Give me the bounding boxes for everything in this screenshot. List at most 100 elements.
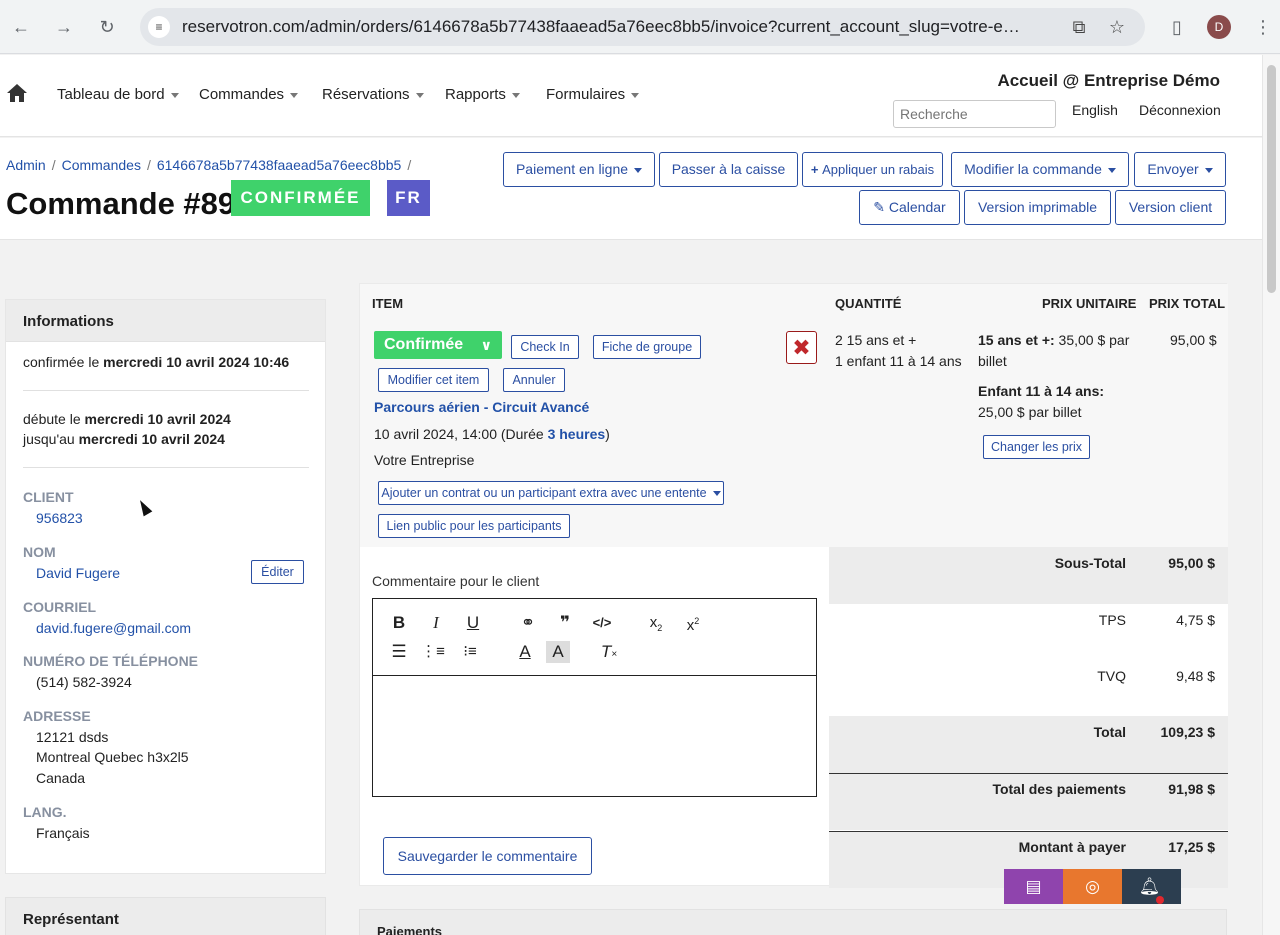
translate-icon[interactable]: ⧉ [1068, 16, 1090, 38]
edit-client-button[interactable]: Éditer [251, 560, 304, 584]
nav-forms[interactable]: Formulaires [546, 86, 640, 103]
email-link[interactable]: david.fugere@gmail.com [36, 620, 191, 636]
online-payment-button[interactable]: Paiement en ligne [503, 152, 655, 187]
representative-panel-heading: Représentant [5, 897, 326, 935]
italic-icon[interactable]: I [424, 612, 448, 634]
add-contract-button[interactable]: Ajouter un contrat ou un participant ext… [378, 481, 724, 505]
delete-item-icon[interactable]: ✖ [786, 331, 817, 364]
url-text[interactable]: reservotron.com/admin/orders/6146678a5b7… [182, 17, 1062, 37]
change-prices-button[interactable]: Changer les prix [983, 435, 1090, 459]
order-items-card: ITEM QUANTITÉ PRIX UNITAIRE PRIX TOTAL C… [359, 283, 1228, 888]
unit-price-child: 25,00 $ par billet [978, 404, 1082, 420]
breadcrumb-order-id[interactable]: 6146678a5b77438faaead5a76eec8bb5 [157, 157, 401, 173]
help-lifebuoy-icon[interactable]: ◎ [1063, 869, 1122, 904]
check-in-button[interactable]: Check In [511, 335, 579, 359]
link-icon[interactable]: ⚭ [516, 612, 540, 634]
blockquote-icon[interactable]: ❞ [553, 612, 577, 634]
scrollbar-thumb[interactable] [1267, 65, 1276, 293]
tvq-label: TVQ [1097, 668, 1126, 684]
bold-icon[interactable]: B [387, 612, 411, 634]
forward-arrow-icon[interactable]: → [51, 14, 77, 40]
start-date: débute le mercredi 10 avril 2024 [23, 411, 231, 427]
browser-toolbar: ← → ↻ ≡ reservotron.com/admin/orders/614… [0, 0, 1280, 54]
back-arrow-icon[interactable]: ← [8, 14, 34, 40]
nav-reports[interactable]: Rapports [445, 86, 520, 103]
printable-version-button[interactable]: Version imprimable [964, 190, 1111, 225]
lang-value: Français [36, 825, 90, 841]
editor-toolbar: B I U ⚭ ❞ </> x2 x2 ☰ ⋮≡ ⁝≡ A A T× [373, 599, 816, 676]
language-badge: FR [387, 180, 430, 216]
quantity-line: 2 15 ans et + [835, 332, 917, 348]
notification-bell-icon[interactable]: 🔔︎ [1122, 869, 1181, 904]
public-participants-link-button[interactable]: Lien public pour les participants [378, 514, 570, 538]
app-header: Tableau de bord Commandes Réservations R… [0, 55, 1262, 137]
modify-order-button[interactable]: Modifier la commande [951, 152, 1129, 187]
item-status-dropdown[interactable]: Confirmée ∨ [374, 331, 502, 359]
unit-price-adult-unit: billet [978, 353, 1007, 369]
account-brand: Accueil @ Entreprise Démo [997, 71, 1220, 90]
col-header-total-price: PRIX TOTAL [1149, 296, 1226, 311]
document-icon[interactable]: ▤ [1004, 869, 1063, 904]
text-color-icon[interactable]: A [513, 641, 537, 663]
name-label: NOM [23, 544, 56, 560]
cancel-item-button[interactable]: Annuler [503, 368, 565, 392]
superscript-icon[interactable]: x2 [681, 610, 705, 634]
bullet-list-icon[interactable]: ⁝≡ [458, 641, 482, 663]
reload-icon[interactable]: ↻ [94, 14, 120, 40]
tps-row: TPS 4,75 $ [829, 604, 1228, 661]
wrench-icon: ✎ [873, 199, 889, 215]
underline-icon[interactable]: U [461, 612, 485, 634]
clear-format-icon[interactable]: T× [597, 641, 621, 663]
item-title-link[interactable]: Parcours aérien - Circuit Avancé [374, 399, 589, 415]
divider [23, 390, 309, 391]
send-button[interactable]: Envoyer [1134, 152, 1226, 187]
search-input[interactable] [893, 100, 1056, 128]
nav-reservations[interactable]: Réservations [322, 86, 424, 103]
amount-due-label: Montant à payer [1018, 839, 1126, 855]
payments-total-value: 91,98 $ [1168, 781, 1215, 797]
address-bar[interactable]: ≡ reservotron.com/admin/orders/6146678a5… [140, 8, 1145, 46]
confirmed-date: confirmée le mercredi 10 avril 2024 10:4… [23, 354, 290, 370]
language-link[interactable]: English [1072, 102, 1118, 118]
save-comment-button[interactable]: Sauvegarder le commentaire [383, 837, 592, 875]
breadcrumb-admin[interactable]: Admin [6, 157, 46, 173]
page-title: Commande #89 [6, 186, 236, 221]
nav-dashboard[interactable]: Tableau de bord [57, 86, 179, 103]
payments-total-label: Total des paiements [992, 781, 1126, 797]
calendar-button[interactable]: ✎ Calendar [859, 190, 960, 225]
group-sheet-button[interactable]: Fiche de groupe [593, 335, 701, 359]
profile-avatar[interactable]: D [1207, 15, 1231, 39]
client-name-link[interactable]: David Fugere [36, 565, 120, 581]
home-icon[interactable] [6, 83, 28, 103]
side-panel-icon[interactable]: ▯ [1164, 14, 1190, 40]
logout-link[interactable]: Déconnexion [1139, 102, 1221, 118]
payments-total-row: Total des paiements 91,98 $ [829, 773, 1228, 830]
client-version-button[interactable]: Version client [1115, 190, 1226, 225]
background-color-icon[interactable]: A [546, 641, 570, 663]
bookmark-star-icon[interactable]: ☆ [1106, 16, 1128, 38]
breadcrumb-orders[interactable]: Commandes [62, 157, 141, 173]
panel-heading: Informations [6, 300, 325, 342]
code-icon[interactable]: </> [590, 612, 614, 634]
end-date: jusqu'au mercredi 10 avril 2024 [23, 431, 225, 447]
caret-down-icon [415, 92, 424, 98]
page-scrollbar[interactable] [1262, 55, 1280, 935]
browser-menu-icon[interactable]: ⋮ [1250, 14, 1276, 40]
duration-link[interactable]: 3 heures [548, 426, 606, 442]
totals-table: Sous-Total 95,00 $ TPS 4,75 $ TVQ 9,48 $… [829, 547, 1228, 888]
apply-discount-button[interactable]: + Appliquer un rabais [802, 152, 943, 187]
client-id-link[interactable]: 956823 [36, 510, 83, 526]
nav-orders[interactable]: Commandes [199, 86, 299, 103]
site-settings-icon[interactable]: ≡ [148, 16, 170, 38]
breadcrumb: Admin / Commandes/6146678a5b77438faaead5a7… [6, 157, 412, 173]
subscript-icon[interactable]: x2 [644, 612, 668, 634]
ordered-list-icon[interactable]: ⋮≡ [421, 641, 445, 663]
total-row: Total 109,23 $ [829, 716, 1228, 773]
align-icon[interactable]: ☰ [387, 641, 411, 663]
payments-heading: Paiements [359, 909, 1227, 935]
unit-price-adult: 15 ans et +: 35,00 $ par [978, 332, 1130, 348]
checkout-button[interactable]: Passer à la caisse [659, 152, 798, 187]
divider [829, 773, 1228, 774]
modify-item-button[interactable]: Modifier cet item [378, 368, 489, 392]
tps-value: 4,75 $ [1176, 612, 1215, 628]
